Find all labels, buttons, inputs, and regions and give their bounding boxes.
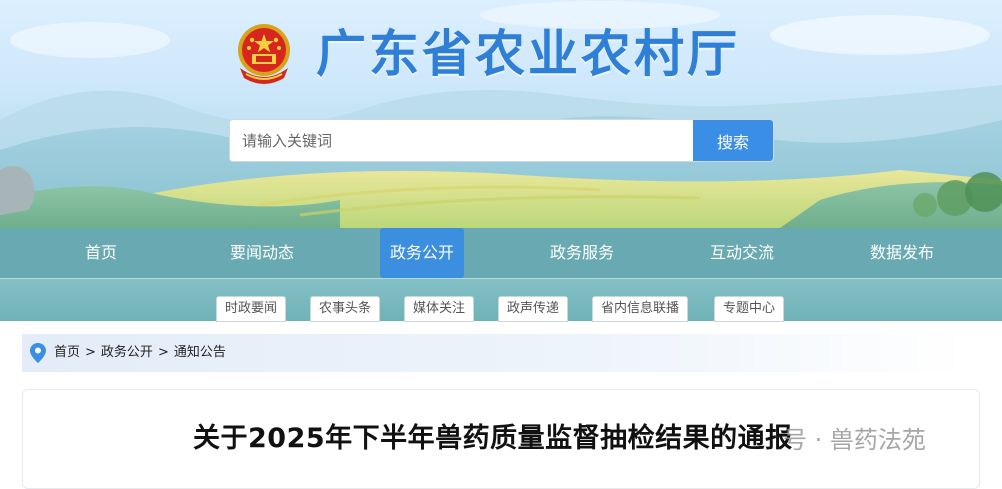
search-bar: 搜索 — [229, 119, 774, 162]
national-emblem-icon — [238, 24, 290, 84]
breadcrumb: 首页 > 政务公开 > 通知公告 — [22, 334, 970, 372]
search-button[interactable]: 搜索 — [693, 120, 773, 161]
nav-item-gov-open[interactable]: 政务公开 — [379, 228, 465, 278]
subnav-item-topics[interactable]: 专题中心 — [714, 296, 785, 322]
nav-item-interaction[interactable]: 互动交流 — [710, 228, 774, 278]
main-nav: 首页 要闻动态 政务公开 政务服务 互动交流 数据发布 — [0, 228, 1002, 278]
subnav-item-province[interactable]: 省内信息联播 — [592, 296, 689, 322]
breadcrumb-notices[interactable]: 通知公告 — [174, 345, 226, 360]
nav-item-home[interactable]: 首页 — [85, 228, 117, 278]
watermark: 号 · 兽药法苑 — [783, 426, 926, 454]
site-title: 广东省农业农村厅 — [316, 25, 740, 83]
search-input[interactable] — [230, 120, 695, 161]
breadcrumb-trail: 首页 > 政务公开 > 通知公告 — [54, 334, 226, 372]
nav-item-data[interactable]: 数据发布 — [870, 228, 934, 278]
breadcrumb-separator: > — [157, 345, 169, 360]
breadcrumb-separator: > — [85, 345, 96, 360]
article-panel: 关于2025年下半年兽药质量监督抽检结果的通报 号 · 兽药法苑 — [22, 389, 980, 489]
nav-item-news[interactable]: 要闻动态 — [230, 228, 294, 278]
sub-nav: 时政要闻 农事头条 媒体关注 政声传递 省内信息联播 专题中心 — [0, 278, 1002, 322]
location-pin-icon — [30, 343, 46, 363]
header-banner: 广东省农业农村厅 搜索 — [0, 0, 1002, 228]
subnav-item-media[interactable]: 媒体关注 — [404, 296, 475, 322]
breadcrumb-home[interactable]: 首页 — [54, 345, 80, 360]
subnav-item-headlines[interactable]: 农事头条 — [310, 296, 381, 322]
nav-item-gov-service[interactable]: 政务服务 — [550, 228, 614, 278]
subnav-item-voice[interactable]: 政声传递 — [498, 296, 569, 322]
article-title: 关于2025年下半年兽药质量监督抽检结果的通报 — [193, 423, 793, 454]
subnav-item-politics[interactable]: 时政要闻 — [216, 296, 287, 322]
breadcrumb-gov-open[interactable]: 政务公开 — [101, 345, 153, 360]
